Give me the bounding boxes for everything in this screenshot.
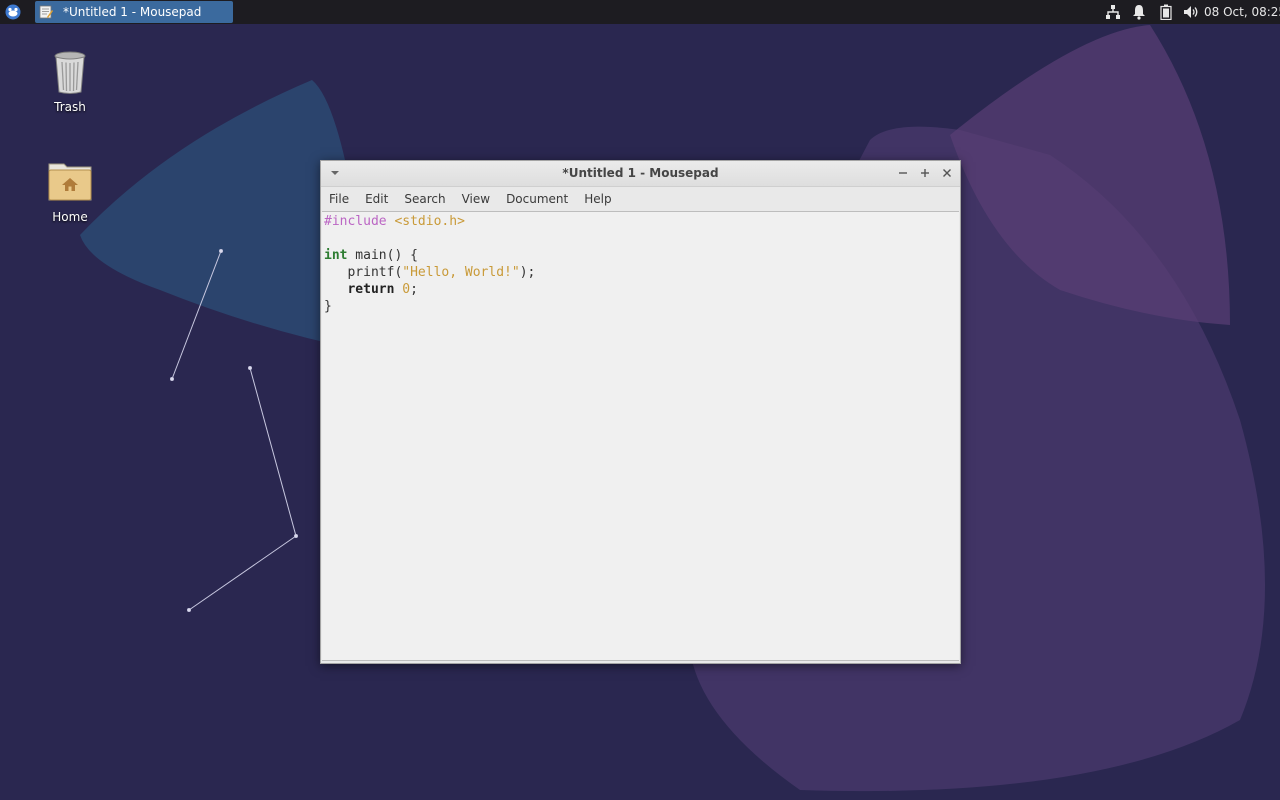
minimize-button[interactable] <box>895 165 911 181</box>
menu-search[interactable]: Search <box>396 187 453 211</box>
volume-icon <box>1184 6 1198 18</box>
desktop-icon-label: Home <box>52 210 88 224</box>
battery-icon <box>1160 4 1172 20</box>
volume-tray-button[interactable] <box>1181 0 1201 24</box>
desktop-icon-home[interactable]: Home <box>30 158 110 224</box>
desktop-icon-trash[interactable]: Trash <box>30 48 110 114</box>
maximize-icon <box>921 169 929 177</box>
text-editor-area[interactable]: #include <stdio.h> int main() { printf("… <box>322 211 959 661</box>
window-titlebar[interactable]: *Untitled 1 - Mousepad <box>321 161 960 187</box>
network-icon <box>1106 5 1120 19</box>
code-line-6: } <box>324 299 332 314</box>
applications-menu-button[interactable] <box>0 0 26 24</box>
window-title: *Untitled 1 - Mousepad <box>562 166 719 180</box>
xfce-mouse-icon <box>5 4 21 20</box>
network-tray-button[interactable] <box>1104 0 1122 24</box>
notifications-tray-button[interactable] <box>1130 0 1148 24</box>
trash-icon <box>46 48 94 96</box>
mousepad-window: *Untitled 1 - Mousepad File Edit Search … <box>320 160 961 664</box>
battery-tray-button[interactable] <box>1157 0 1175 24</box>
minimize-icon <box>899 172 907 174</box>
code-line-3: int main() { <box>324 248 418 263</box>
clock[interactable]: 08 Oct, 08:25 <box>1204 0 1280 24</box>
maximize-button[interactable] <box>917 165 933 181</box>
menu-help[interactable]: Help <box>576 187 619 211</box>
desktop-icon-label: Trash <box>54 100 86 114</box>
menu-file[interactable]: File <box>321 187 357 211</box>
home-folder-icon <box>46 158 94 206</box>
code-line-5: return 0; <box>347 282 418 297</box>
code-line-1: #include <stdio.h> <box>324 214 465 229</box>
close-icon <box>943 169 951 177</box>
text-editor-icon <box>39 5 53 19</box>
taskbar-item-label: *Untitled 1 - Mousepad <box>63 5 202 19</box>
menu-edit[interactable]: Edit <box>357 187 396 211</box>
menu-view[interactable]: View <box>454 187 498 211</box>
code-line-4: printf("Hello, World!"); <box>324 265 536 280</box>
taskbar-item-mousepad[interactable]: *Untitled 1 - Mousepad <box>35 1 233 23</box>
menu-document[interactable]: Document <box>498 187 576 211</box>
close-button[interactable] <box>939 165 955 181</box>
menu-bar: File Edit Search View Document Help <box>321 187 960 211</box>
top-panel: *Untitled 1 - Mousepad 08 Oct, 08:25 <box>0 0 1280 24</box>
bell-icon <box>1133 5 1145 20</box>
